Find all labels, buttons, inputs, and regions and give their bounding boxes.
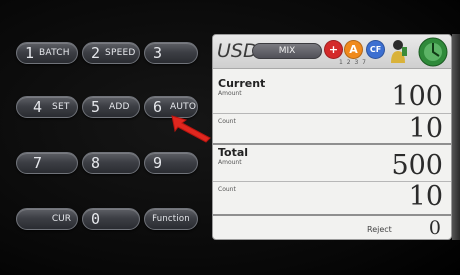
key-label: AUTO: [170, 102, 197, 112]
key-label: ADD: [109, 102, 130, 112]
key-cur[interactable]: CUR: [16, 208, 78, 230]
red-arrow-icon: [171, 115, 211, 143]
user-icon[interactable]: [389, 38, 409, 64]
key-number: 9: [153, 154, 163, 172]
current-title: Current: [218, 77, 266, 90]
key-3[interactable]: 3: [144, 42, 198, 64]
section-separator: [213, 214, 451, 216]
key-9[interactable]: 9: [144, 152, 198, 174]
key-2-speed[interactable]: 2 SPEED: [82, 42, 140, 64]
display-panel: USD MIX + A CF 1 2 3 7 Current Amount 10…: [212, 34, 452, 240]
device-edge: [452, 34, 460, 240]
current-amount-value: 100: [391, 81, 443, 112]
total-amount-value: 500: [391, 150, 443, 181]
key-function[interactable]: Function: [144, 208, 198, 230]
key-label: SPEED: [105, 48, 136, 58]
display-top-bar: USD MIX + A CF 1 2 3 7: [213, 35, 451, 69]
key-4-set[interactable]: 4 SET: [16, 96, 78, 118]
section-separator: [213, 143, 451, 145]
key-number: 5: [91, 98, 101, 116]
auto-icon[interactable]: A: [344, 40, 363, 59]
key-number: 0: [91, 210, 101, 228]
key-7[interactable]: 7: [16, 152, 78, 174]
key-number: 7: [33, 154, 43, 172]
key-number: 2: [91, 44, 101, 62]
current-amount-label: Amount: [218, 90, 242, 97]
plus-icon[interactable]: +: [324, 40, 343, 59]
device-screen: 1 BATCH 2 SPEED 3 4 SET 5 ADD 6 AUTO 7 8…: [0, 0, 460, 275]
dial-icon[interactable]: [418, 37, 448, 67]
total-count-label: Count: [218, 186, 236, 193]
key-1-batch[interactable]: 1 BATCH: [16, 42, 78, 64]
total-amount-label: Amount: [218, 159, 242, 166]
key-label: BATCH: [39, 48, 70, 58]
reject-value: 0: [428, 217, 441, 239]
cf-icon[interactable]: CF: [366, 40, 385, 59]
key-5-add[interactable]: 5 ADD: [82, 96, 140, 118]
key-label: Function: [152, 214, 190, 224]
key-0[interactable]: 0: [82, 208, 140, 230]
key-number: 6: [153, 98, 163, 116]
current-count-value: 10: [408, 113, 443, 144]
total-title: Total: [218, 146, 249, 159]
current-count-label: Count: [218, 118, 236, 125]
reject-label: Reject: [367, 225, 392, 234]
key-number: 4: [33, 98, 43, 116]
status-code: 1 2 3 7: [339, 59, 367, 66]
key-number: 1: [25, 44, 35, 62]
key-number: 3: [153, 44, 163, 62]
key-label: SET: [52, 102, 70, 112]
key-label: CUR: [51, 214, 71, 224]
key-8[interactable]: 8: [82, 152, 140, 174]
mix-mode-button[interactable]: MIX: [252, 43, 322, 59]
total-count-value: 10: [408, 181, 443, 212]
key-number: 8: [91, 154, 101, 172]
